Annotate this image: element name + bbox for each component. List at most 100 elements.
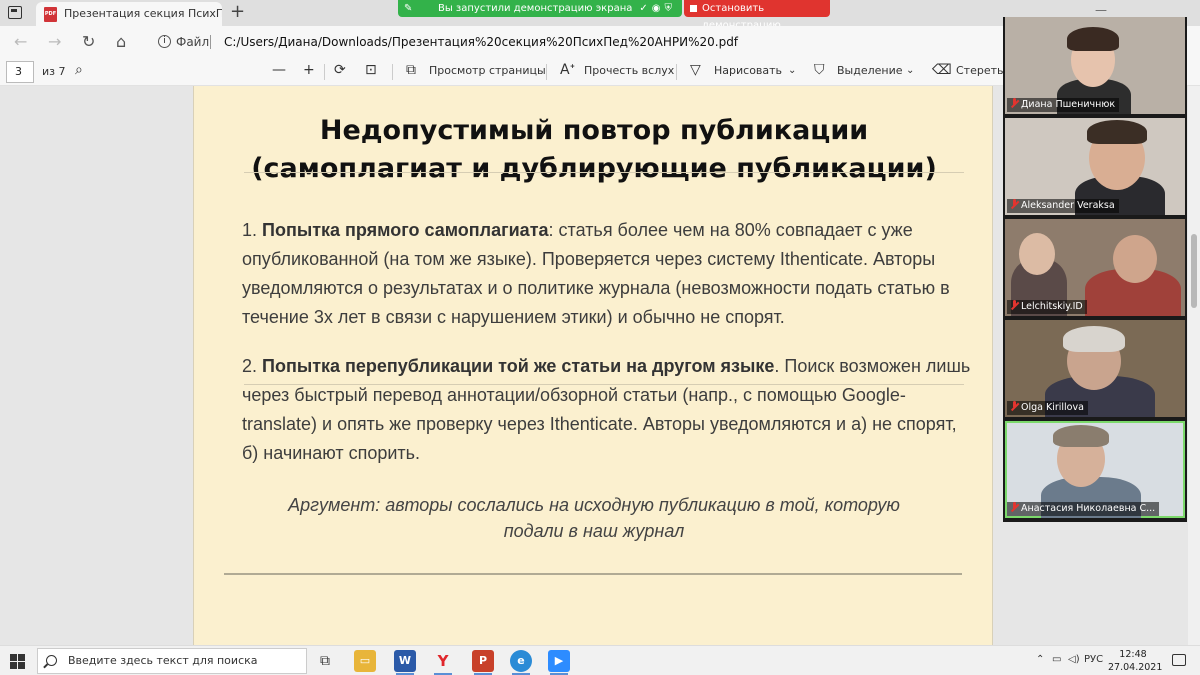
slide-page: Недопустимый повтор публикации (самоплаг…	[193, 86, 993, 645]
slide-title-line: Недопустимый повтор публикации	[319, 115, 869, 146]
clock-date: 27.04.2021	[1108, 662, 1163, 673]
mic-muted-icon	[1011, 502, 1018, 513]
slide-title: Недопустимый повтор публикации (самоплаг…	[224, 112, 964, 188]
toolbar-divider	[392, 64, 393, 80]
taskbar-search-input[interactable]: Введите здесь текст для поиска	[37, 648, 307, 674]
chevron-down-icon[interactable]: ⌄	[906, 65, 914, 76]
fit-page-icon[interactable]: ⊡	[365, 62, 377, 78]
paragraph-heading: Попытка перепубликации той же статьи на …	[262, 356, 775, 376]
file-explorer-icon[interactable]: ▭	[354, 650, 376, 672]
paragraph-heading: Попытка прямого самоплагиата	[262, 220, 549, 240]
read-aloud-button[interactable]: Прочесть вслух	[584, 64, 674, 77]
zoom-icon[interactable]: ▶	[548, 650, 570, 675]
participant-name: Lelchitskiy.ID	[1007, 300, 1087, 314]
share-controls-icon[interactable]: ✓◉⛨	[639, 0, 676, 17]
participant-face	[1113, 235, 1157, 283]
stop-share-button[interactable]: Остановить демонстрацию	[684, 0, 830, 31]
system-clock[interactable]: 12:48 27.04.2021	[1108, 648, 1163, 674]
pdf-icon: PDF	[44, 7, 57, 22]
network-icon[interactable]: ▭	[1052, 654, 1061, 665]
tab-actions-icon[interactable]	[8, 6, 22, 19]
participant-hair	[1087, 120, 1147, 144]
clock-time: 12:48	[1119, 649, 1147, 660]
vertical-scrollbar[interactable]	[1188, 86, 1200, 645]
find-icon[interactable]: ⌕	[75, 62, 83, 78]
url-text: C:/Users/Диана/Downloads/Презентация%20с…	[224, 35, 739, 49]
input-language[interactable]: РУС	[1084, 654, 1103, 665]
mic-muted-icon	[1011, 98, 1018, 109]
chevron-down-icon[interactable]: ⌄	[788, 65, 796, 76]
zoom-out-button[interactable]: —	[272, 62, 286, 78]
edge-icon[interactable]: e	[510, 650, 532, 675]
rotate-icon[interactable]: ⟳	[334, 62, 346, 78]
participant-tile[interactable]: Aleksander Veraksa	[1005, 118, 1185, 215]
participant-tile[interactable]: Olga Kirillova	[1005, 320, 1185, 417]
tab-title: Презентация секция ПсихПед АНРИ.pdf	[64, 7, 222, 20]
home-icon[interactable]: ⌂	[116, 32, 126, 51]
highlight-icon: ⛉	[814, 62, 825, 78]
page-view-icon: ⧉	[406, 62, 416, 78]
tab-pdf[interactable]: PDF Презентация секция ПсихПед АНРИ.pdf …	[36, 2, 222, 26]
participant-hair	[1063, 326, 1125, 352]
word-icon[interactable]: W	[394, 650, 416, 675]
volume-icon[interactable]: ◁)	[1068, 654, 1080, 665]
mic-muted-icon	[1011, 300, 1018, 311]
back-icon[interactable]: ←	[14, 32, 27, 51]
zoom-in-button[interactable]: +	[303, 62, 315, 78]
taskbar: Введите здесь текст для поиска ⧉ ▭ W Y P…	[0, 645, 1200, 675]
participant-name: Aleksander Veraksa	[1007, 199, 1119, 213]
task-view-icon[interactable]: ⧉	[314, 650, 336, 672]
yandex-browser-icon[interactable]: Y	[432, 650, 454, 675]
toolbar-divider	[676, 64, 677, 80]
participant-name: Olga Kirillova	[1007, 401, 1088, 415]
new-tab-button[interactable]: +	[230, 2, 245, 22]
page-number-input[interactable]: 3	[6, 61, 34, 83]
refresh-icon[interactable]: ↻	[82, 32, 95, 51]
scrollbar-thumb[interactable]	[1191, 234, 1197, 308]
participant-tile-active[interactable]: Анастасия Николаевна С...	[1005, 421, 1185, 518]
argument-line: подали в наш журнал	[503, 521, 685, 541]
mic-muted-icon	[1011, 199, 1018, 210]
bottom-rule	[224, 573, 962, 575]
share-status-text: Вы запустили демонстрацию экрана	[438, 3, 633, 14]
windows-start-icon[interactable]	[10, 654, 25, 669]
url-separator	[210, 35, 211, 49]
erase-button[interactable]: Стереть	[956, 64, 1004, 77]
slide-title-line: (самоплагиат и дублирующие публикации)	[251, 153, 937, 184]
paragraph-number: 2.	[242, 356, 263, 376]
search-placeholder: Введите здесь текст для поиска	[68, 654, 258, 667]
draw-icon: ▽	[690, 62, 701, 78]
highlight-button[interactable]: Выделение	[837, 64, 903, 77]
argument-line: Аргумент: авторы сослались на исходную п…	[288, 495, 900, 515]
argument-note: Аргумент: авторы сослались на исходную п…	[254, 492, 934, 544]
search-icon	[46, 655, 57, 666]
paragraph-1: 1. Попытка прямого самоплагиата: статья …	[242, 216, 972, 332]
read-aloud-icon: Aᐩ	[560, 62, 576, 78]
mic-muted-icon	[1011, 401, 1018, 412]
participant-name: Анастасия Николаевна С...	[1007, 502, 1160, 516]
participant-hair	[1067, 27, 1119, 51]
page-view-button[interactable]: Просмотр страницы	[429, 64, 546, 77]
participants-panel: Диана Пшеничнюк Aleksander Veraksa Lelch…	[1003, 17, 1187, 522]
eraser-icon: ⌫	[932, 62, 952, 78]
participant-face	[1019, 233, 1055, 275]
participant-hair	[1053, 425, 1109, 447]
screen-share-banner: ✎ Вы запустили демонстрацию экрана ✓◉⛨	[398, 0, 682, 17]
pin-icon[interactable]: ✎	[404, 0, 412, 17]
toolbar-divider	[324, 64, 325, 80]
url-field[interactable]: i Файл C:/Users/Диана/Downloads/Презента…	[150, 30, 998, 54]
participant-tile[interactable]: Диана Пшеничнюк	[1005, 17, 1185, 114]
draw-button[interactable]: Нарисовать	[714, 64, 782, 77]
paragraph-number: 1.	[242, 220, 263, 240]
info-icon[interactable]: i	[158, 35, 171, 48]
notifications-icon[interactable]	[1172, 654, 1186, 666]
paragraph-2: 2. Попытка перепубликации той же статьи …	[242, 352, 972, 468]
powerpoint-icon[interactable]: P	[472, 650, 494, 675]
decorative-rule	[244, 172, 964, 173]
participant-tile[interactable]: Lelchitskiy.ID	[1005, 219, 1185, 316]
tray-overflow-icon[interactable]: ⌃	[1036, 654, 1044, 665]
forward-icon[interactable]: →	[48, 32, 61, 51]
page-total: из 7	[42, 65, 66, 78]
url-scheme-label: Файл	[176, 35, 210, 49]
toolbar-divider	[546, 64, 547, 80]
